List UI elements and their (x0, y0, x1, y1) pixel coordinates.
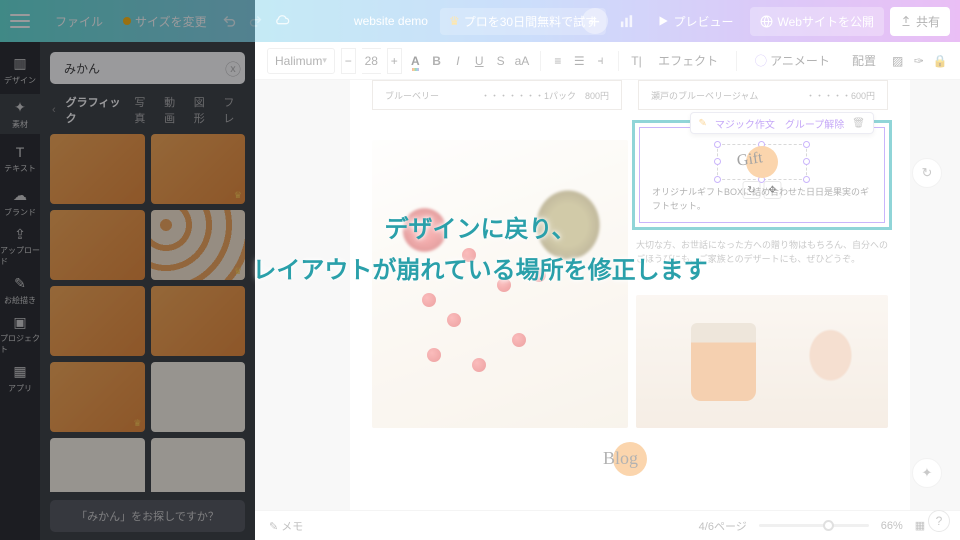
memo-button[interactable]: ✎ メモ (269, 518, 303, 534)
lock-icon[interactable]: 🔒 (933, 48, 948, 74)
doc-title[interactable]: website demo (354, 14, 428, 28)
vertical-text-icon[interactable]: T| (629, 48, 644, 74)
rail-elements[interactable]: ✦素材 (0, 94, 40, 134)
rail-project[interactable]: ▣プロジェクト (0, 314, 40, 354)
insights-icon[interactable] (614, 8, 640, 34)
delete-icon[interactable]: 🗑 (852, 118, 865, 129)
tab-photo[interactable]: 写真 (134, 94, 154, 126)
tab-frame[interactable]: フレ (223, 94, 243, 126)
gift-logo[interactable]: Gift (737, 146, 787, 178)
thumbnail[interactable]: ♛ (50, 438, 145, 492)
text-color-icon[interactable]: A (408, 48, 423, 74)
text-toolbar: Halimum▾ − 28 + A B I U S aA ≡ ☰ ⫞ T| エフ… (255, 42, 960, 80)
top-bar: ファイル サイズを変更 website demo ♛プロを30日間無料で試す ＋… (0, 0, 960, 42)
gift-section-highlight: ✎ マジック作文 グループ解除 🗑 ↻✥ Gift オリジナルギフトBOXに詰め… (632, 120, 892, 230)
chevron-left-icon[interactable]: ‹ (52, 104, 56, 116)
crown-icon: ♛ (449, 14, 460, 28)
blog-logo[interactable]: Blog (595, 440, 665, 480)
page[interactable]: ブルーベリー・・・・・・・1パック 800円 瀬戸のブルーベリージャム・・・・・… (350, 80, 910, 510)
zoom-value[interactable]: 66% (881, 520, 903, 532)
search-input[interactable] (64, 61, 219, 75)
italic-icon[interactable]: I (450, 48, 465, 74)
regenerate-icon[interactable]: ↻ (912, 158, 942, 188)
underline-icon[interactable]: U (472, 48, 487, 74)
resize-button[interactable]: サイズを変更 (113, 7, 217, 36)
magic-fab-icon[interactable]: ✦ (912, 458, 942, 488)
strike-icon[interactable]: S (493, 48, 508, 74)
zoom-slider[interactable] (759, 524, 869, 527)
gift-note-text[interactable]: 大切な方、お世話になった方への贈り物はもちろん、自分へのごほうびにも、ご家族との… (636, 238, 888, 267)
spacing-icon[interactable]: ⫞ (593, 48, 608, 74)
selection-toolbar[interactable]: ✎ マジック作文 グループ解除 🗑 (690, 112, 875, 134)
font-size-minus[interactable]: − (341, 48, 356, 74)
align-icon[interactable]: ≡ (550, 48, 565, 74)
thumbnail[interactable]: ♛ (50, 362, 145, 432)
jar-image[interactable] (636, 295, 888, 428)
rail-apps[interactable]: ▦アプリ (0, 358, 40, 398)
elements-panel: ⓧ ‹ グラフィック 写真 動画 図形 フレ ♛ ♛ ♛ ♛ ♛ 「みかん」をお… (40, 42, 255, 540)
thumbnail[interactable] (50, 134, 145, 204)
rail-design[interactable]: ▥デザイン (0, 50, 40, 90)
status-bar: ✎ メモ 4/6ページ 66% ▦ ⤢ (255, 510, 960, 540)
rail-brand[interactable]: ☁ブランド (0, 182, 40, 222)
thumbnail[interactable] (50, 286, 145, 356)
panel-tabs: ‹ グラフィック 写真 動画 図形 フレ (40, 94, 255, 134)
search-suggestion[interactable]: 「みかん」をお探しですか？ (50, 500, 245, 532)
share-button[interactable]: 共有 (890, 7, 950, 36)
gift-description[interactable]: オリジナルギフトBOXに詰め合わせた日日是果実のギフトセット。 (652, 186, 872, 213)
rail-upload[interactable]: ⇪アップロード (0, 226, 40, 266)
redo-icon[interactable] (243, 8, 269, 34)
thumbnail[interactable]: ♛ (151, 438, 246, 492)
copy-style-icon[interactable]: ✑ (911, 48, 926, 74)
product-card[interactable]: ブルーベリー・・・・・・・1パック 800円 (372, 80, 622, 110)
tab-shape[interactable]: 図形 (194, 94, 214, 126)
hero-image[interactable] (372, 140, 628, 428)
magic-icon: ✎ (699, 118, 707, 129)
grid-view-icon[interactable]: ▦ (915, 519, 925, 532)
transparency-icon[interactable]: ▨ (890, 48, 905, 74)
help-icon[interactable]: ? (928, 510, 950, 532)
thumbnail-grid: ♛ ♛ ♛ ♛ ♛ (40, 134, 255, 492)
chevron-down-icon: ▾ (322, 55, 327, 66)
canvas-area[interactable]: ブルーベリー・・・・・・・1パック 800円 瀬戸のブルーベリージャム・・・・・… (255, 80, 960, 510)
case-icon[interactable]: aA (514, 48, 529, 74)
left-rail: ▥デザイン ✦素材 Tテキスト ☁ブランド ⇪アップロード ✎お絵描き ▣プロジ… (0, 42, 40, 540)
list-icon[interactable]: ☰ (572, 48, 587, 74)
undo-icon[interactable] (217, 8, 243, 34)
page-indicator[interactable]: 4/6ページ (699, 518, 747, 534)
tab-graphic[interactable]: グラフィック (66, 94, 125, 126)
effects-button[interactable]: エフェクト (650, 48, 726, 73)
font-size-value[interactable]: 28 (362, 48, 381, 74)
bold-icon[interactable]: B (429, 48, 444, 74)
tab-video[interactable]: 動画 (164, 94, 184, 126)
pro-trial-button[interactable]: ♛プロを30日間無料で試す (440, 8, 606, 35)
menu-icon[interactable] (10, 14, 30, 28)
font-select[interactable]: Halimum▾ (267, 48, 335, 74)
search-box[interactable]: ⓧ (50, 52, 245, 84)
animate-button[interactable]: ◯ アニメート (747, 48, 838, 73)
publish-button[interactable]: Webサイトを公開 (750, 7, 884, 36)
selection-frame[interactable]: ✎ マジック作文 グループ解除 🗑 ↻✥ Gift オリジナルギフトBOXに詰め… (639, 127, 885, 223)
thumbnail[interactable] (151, 362, 246, 432)
preview-button[interactable]: プレビュー (646, 7, 744, 36)
product-card[interactable]: 瀬戸のブルーベリージャム・・・・・600円 (638, 80, 888, 110)
position-button[interactable]: 配置 (844, 48, 884, 73)
cloud-sync-icon[interactable] (269, 8, 295, 34)
thumbnail[interactable]: ♛ (151, 210, 246, 280)
clear-icon[interactable]: ⓧ (225, 56, 241, 80)
rail-text[interactable]: Tテキスト (0, 138, 40, 178)
rail-draw[interactable]: ✎お絵描き (0, 270, 40, 310)
thumbnail[interactable] (50, 210, 145, 280)
thumbnail[interactable]: ♛ (151, 134, 246, 204)
thumbnail[interactable] (151, 286, 246, 356)
file-menu[interactable]: ファイル (45, 7, 113, 36)
font-size-plus[interactable]: + (387, 48, 402, 74)
